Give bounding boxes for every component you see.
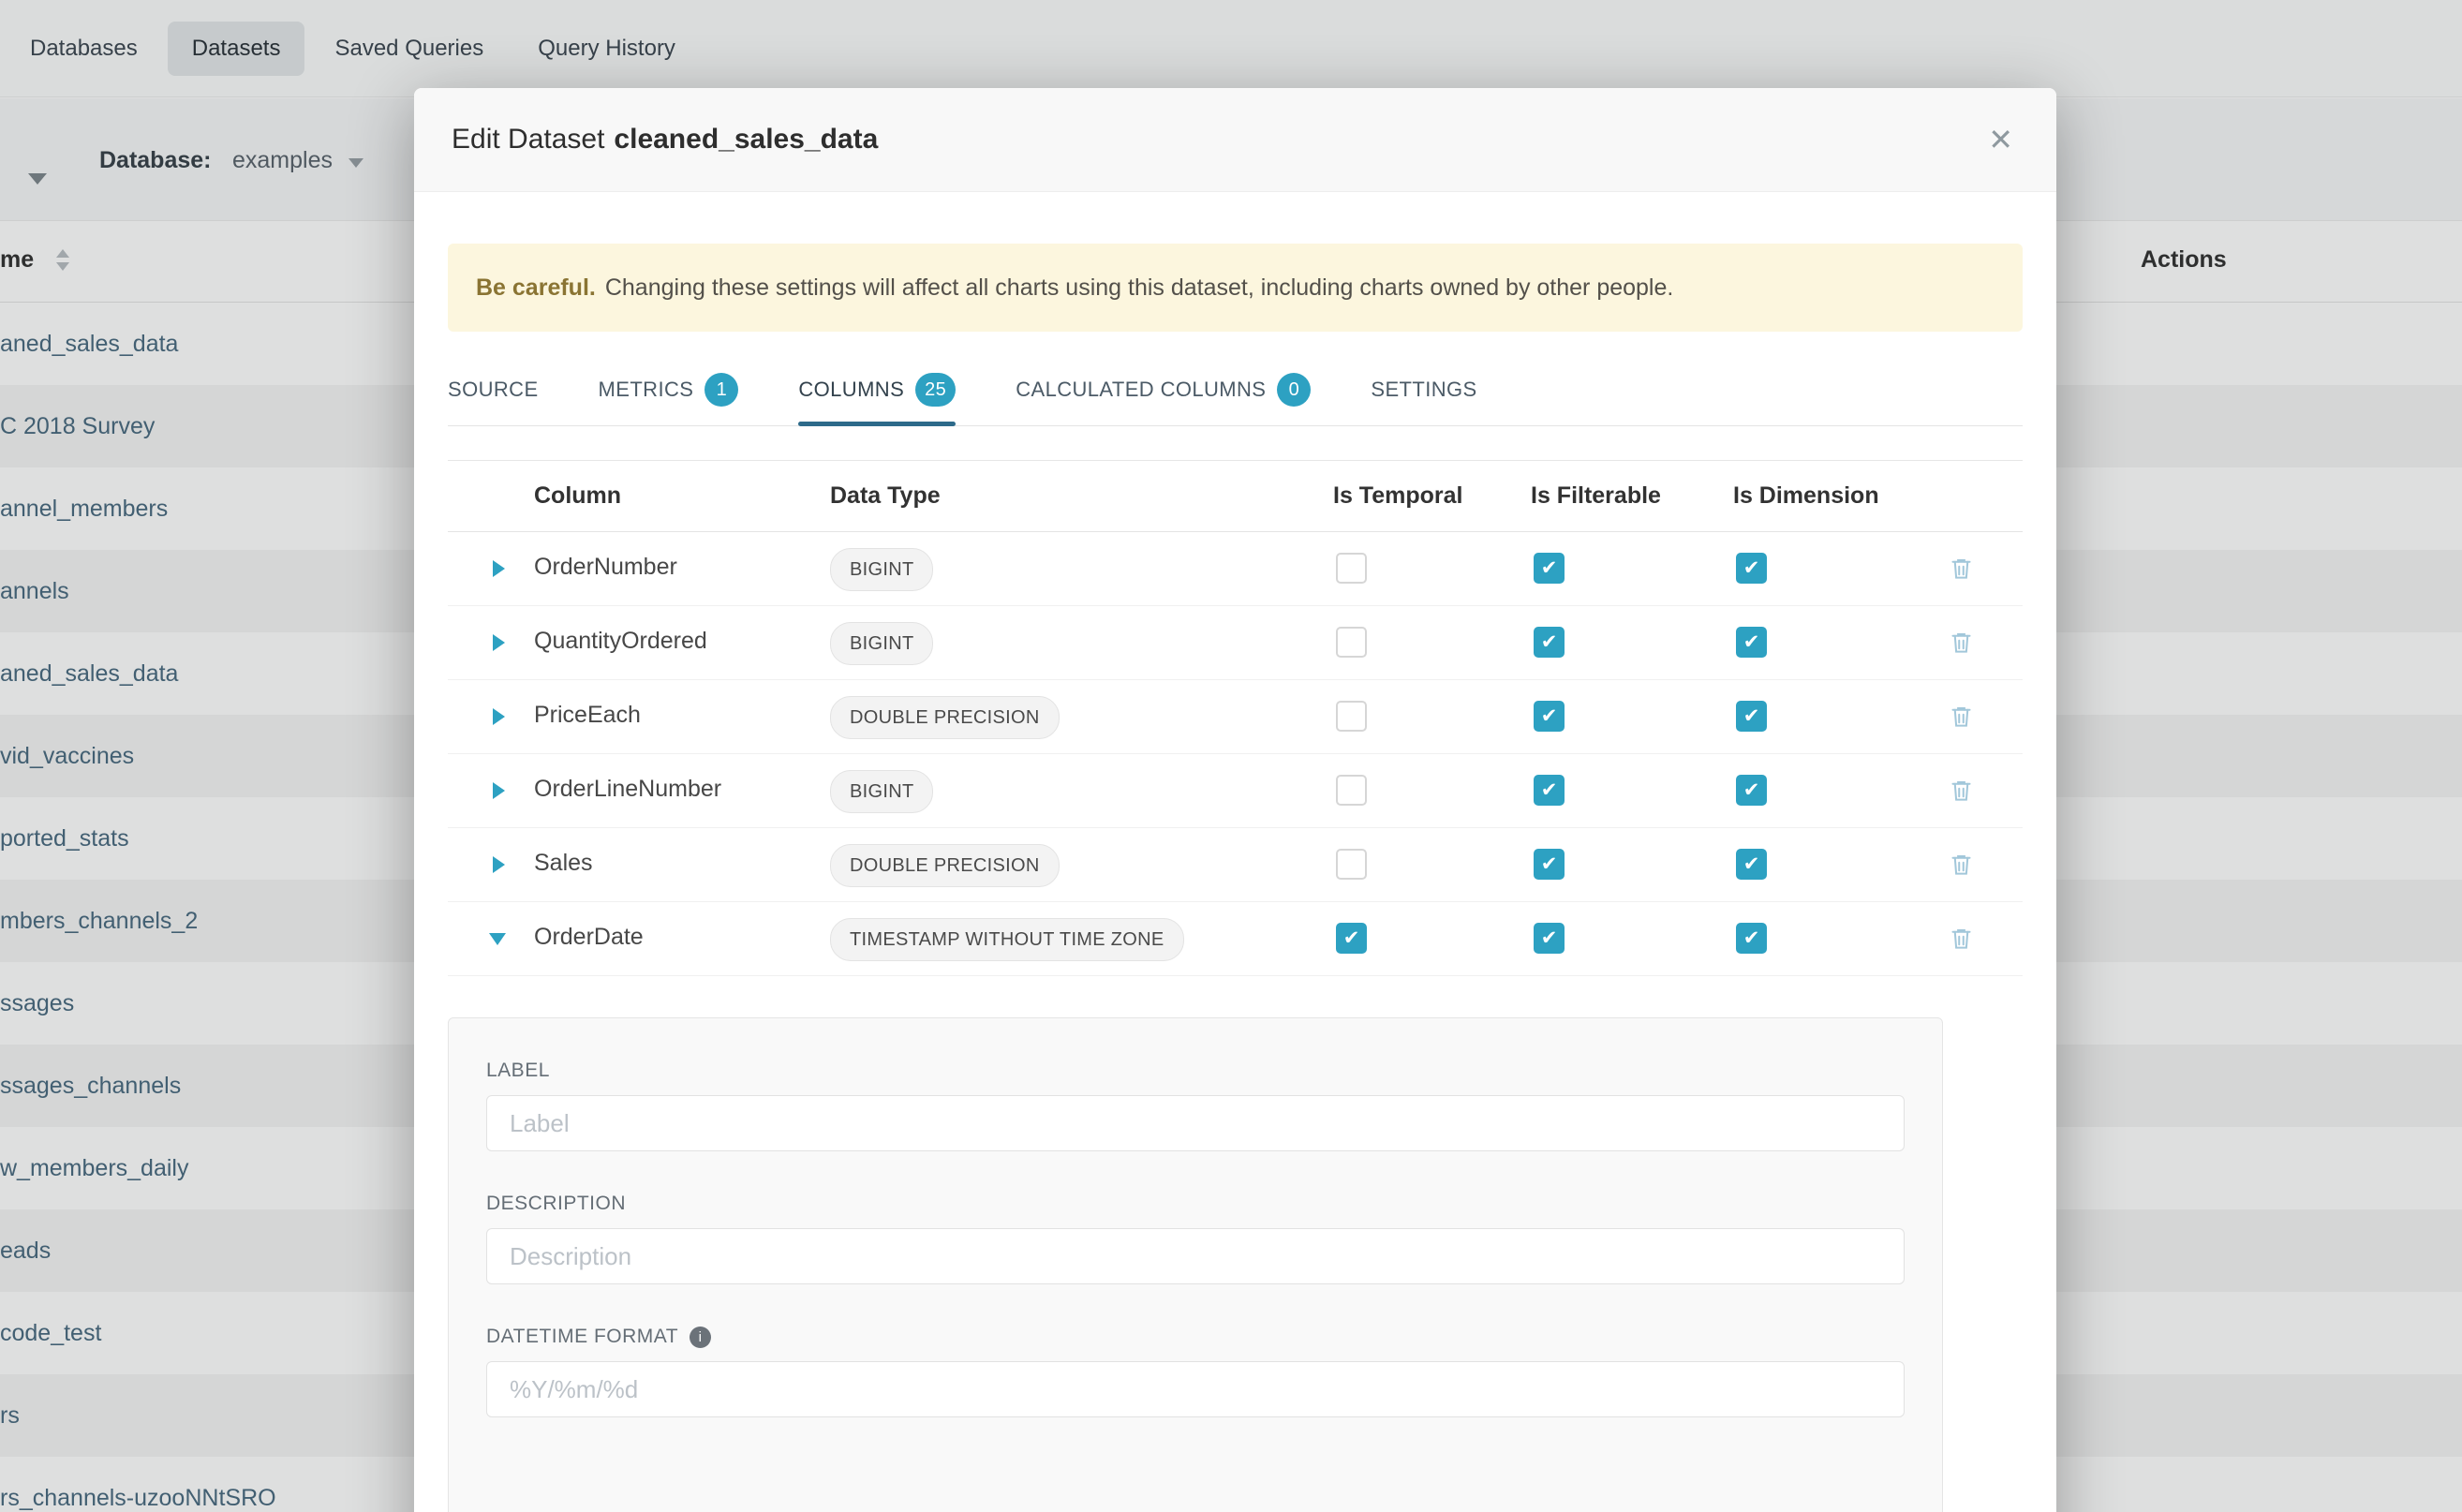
tab-count-badge: 0 <box>1277 373 1311 407</box>
modal-header: Edit Dataset cleaned_sales_data ✕ <box>414 88 2056 192</box>
delete-column-icon[interactable] <box>1949 555 1974 586</box>
delete-column-icon[interactable] <box>1949 629 1974 660</box>
column-row: QuantityOrdered BIGINT ✔ ✔ <box>448 606 2023 680</box>
is-filterable-header: Is Filterable <box>1531 482 1661 510</box>
edit-dataset-modal: Edit Dataset cleaned_sales_data ✕ Be care… <box>414 88 2056 1512</box>
column-row: PriceEach DOUBLE PRECISION ✔ ✔ <box>448 680 2023 754</box>
label-field-label-text: LABEL <box>486 1060 550 1082</box>
tab-metrics[interactable]: METRICS 1 <box>599 373 739 425</box>
column-name: QuantityOrdered <box>534 628 707 655</box>
data-type-pill: DOUBLE PRECISION <box>830 696 1060 739</box>
column-name: PriceEach <box>534 702 641 729</box>
expand-caret-icon[interactable] <box>493 856 505 873</box>
columns-table-header: Column Data Type Is Temporal Is Filterab… <box>448 461 2023 532</box>
description-input[interactable] <box>486 1228 1905 1284</box>
description-field-label-text: DESCRIPTION <box>486 1193 626 1215</box>
tab-calculated-columns[interactable]: CALCULATED COLUMNS 0 <box>1016 373 1311 425</box>
expand-caret-icon[interactable] <box>493 782 505 799</box>
description-field-label: DESCRIPTION <box>486 1193 1905 1215</box>
expand-caret-icon[interactable] <box>493 634 505 651</box>
tab-label: COLUMNS <box>798 378 904 402</box>
warning-banner-text: Changing these settings will affect all … <box>605 274 1674 302</box>
expand-caret-icon[interactable] <box>493 560 505 577</box>
superset-datasets-page: DatabasesDatasetsSaved QueriesQuery Hist… <box>0 0 2462 1512</box>
data-type-pill: DOUBLE PRECISION <box>830 844 1060 887</box>
column-name: OrderLineNumber <box>534 776 721 803</box>
column-name: Sales <box>534 850 593 877</box>
warning-banner-bold: Be careful. <box>476 274 596 302</box>
tab-label: SETTINGS <box>1371 378 1476 402</box>
column-header: Column <box>534 482 621 510</box>
checkbox-is-dimension[interactable]: ✔ <box>1736 923 1767 954</box>
tab-label: CALCULATED COLUMNS <box>1016 378 1266 402</box>
tab-label: METRICS <box>599 378 694 402</box>
checkbox-is-dimension[interactable]: ✔ <box>1736 701 1767 732</box>
column-name: OrderDate <box>534 924 644 951</box>
checkbox-is-temporal[interactable] <box>1336 849 1367 880</box>
data-type-pill: BIGINT <box>830 622 933 665</box>
data-type-pill: BIGINT <box>830 770 933 813</box>
datetime-format-field-label: DATETIME FORMAT i <box>486 1326 1905 1348</box>
checkbox-is-filterable[interactable]: ✔ <box>1534 923 1565 954</box>
is-dimension-header: Is Dimension <box>1733 482 1879 510</box>
checkbox-is-filterable[interactable]: ✔ <box>1534 553 1565 584</box>
warning-banner: Be careful. Changing these settings will… <box>448 244 2023 332</box>
delete-column-icon[interactable] <box>1949 925 1974 956</box>
checkbox-is-temporal[interactable] <box>1336 627 1367 658</box>
tab-label: SOURCE <box>448 378 539 402</box>
tab-columns[interactable]: COLUMNS 25 <box>798 373 956 425</box>
modal-body: Be careful. Changing these settings will… <box>414 244 2056 1512</box>
checkbox-is-temporal[interactable] <box>1336 553 1367 584</box>
checkbox-is-filterable[interactable]: ✔ <box>1534 627 1565 658</box>
delete-column-icon[interactable] <box>1949 851 1974 882</box>
checkbox-is-temporal[interactable] <box>1336 701 1367 732</box>
checkbox-is-filterable[interactable]: ✔ <box>1534 849 1565 880</box>
label-field-label: LABEL <box>486 1060 1905 1082</box>
modal-title: Edit Dataset cleaned_sales_data <box>452 124 878 156</box>
data-type-pill: BIGINT <box>830 548 933 591</box>
modal-tab-bar: SOURCE METRICS 1 COLUMNS 25 CALCULATED COLUMN… <box>448 367 2023 426</box>
checkbox-is-dimension[interactable]: ✔ <box>1736 775 1767 806</box>
modal-dataset-name: cleaned_sales_data <box>614 124 878 155</box>
tab-count-badge: 1 <box>704 373 738 407</box>
column-row: Sales DOUBLE PRECISION ✔ ✔ <box>448 828 2023 902</box>
tab-settings[interactable]: SETTINGS <box>1371 373 1476 425</box>
checkbox-is-filterable[interactable]: ✔ <box>1534 775 1565 806</box>
tab-count-badge: 25 <box>915 373 956 407</box>
column-detail-panel: LABEL DESCRIPTION DATETIME FORMAT i <box>448 1017 1943 1512</box>
checkbox-is-temporal[interactable] <box>1336 775 1367 806</box>
column-row: OrderNumber BIGINT ✔ ✔ <box>448 532 2023 606</box>
expand-caret-icon[interactable] <box>493 708 505 725</box>
datetime-format-label-text: DATETIME FORMAT <box>486 1326 678 1348</box>
info-icon[interactable]: i <box>690 1327 711 1348</box>
columns-table: Column Data Type Is Temporal Is Filterab… <box>448 460 2023 976</box>
checkbox-is-temporal[interactable]: ✔ <box>1336 923 1367 954</box>
column-name: OrderNumber <box>534 554 677 581</box>
datetime-format-input[interactable] <box>486 1361 1905 1417</box>
checkbox-is-dimension[interactable]: ✔ <box>1736 627 1767 658</box>
checkbox-is-dimension[interactable]: ✔ <box>1736 849 1767 880</box>
column-row: OrderLineNumber BIGINT ✔ ✔ <box>448 754 2023 828</box>
is-temporal-header: Is Temporal <box>1333 482 1462 510</box>
data-type-pill: TIMESTAMP WITHOUT TIME ZONE <box>830 918 1184 961</box>
collapse-caret-icon[interactable] <box>489 933 506 945</box>
data-type-header: Data Type <box>830 482 941 510</box>
checkbox-is-filterable[interactable]: ✔ <box>1534 701 1565 732</box>
tab-source[interactable]: SOURCE <box>448 373 539 425</box>
column-row: OrderDate TIMESTAMP WITHOUT TIME ZONE ✔ ✔ ✔ <box>448 902 2023 976</box>
label-input[interactable] <box>486 1095 1905 1151</box>
delete-column-icon[interactable] <box>1949 703 1974 734</box>
close-icon[interactable]: ✕ <box>1982 116 2019 163</box>
modal-title-prefix: Edit Dataset <box>452 124 604 155</box>
delete-column-icon[interactable] <box>1949 777 1974 808</box>
columns-rows: OrderNumber BIGINT ✔ ✔ QuantityOrdered BIGINT… <box>448 532 2023 976</box>
checkbox-is-dimension[interactable]: ✔ <box>1736 553 1767 584</box>
